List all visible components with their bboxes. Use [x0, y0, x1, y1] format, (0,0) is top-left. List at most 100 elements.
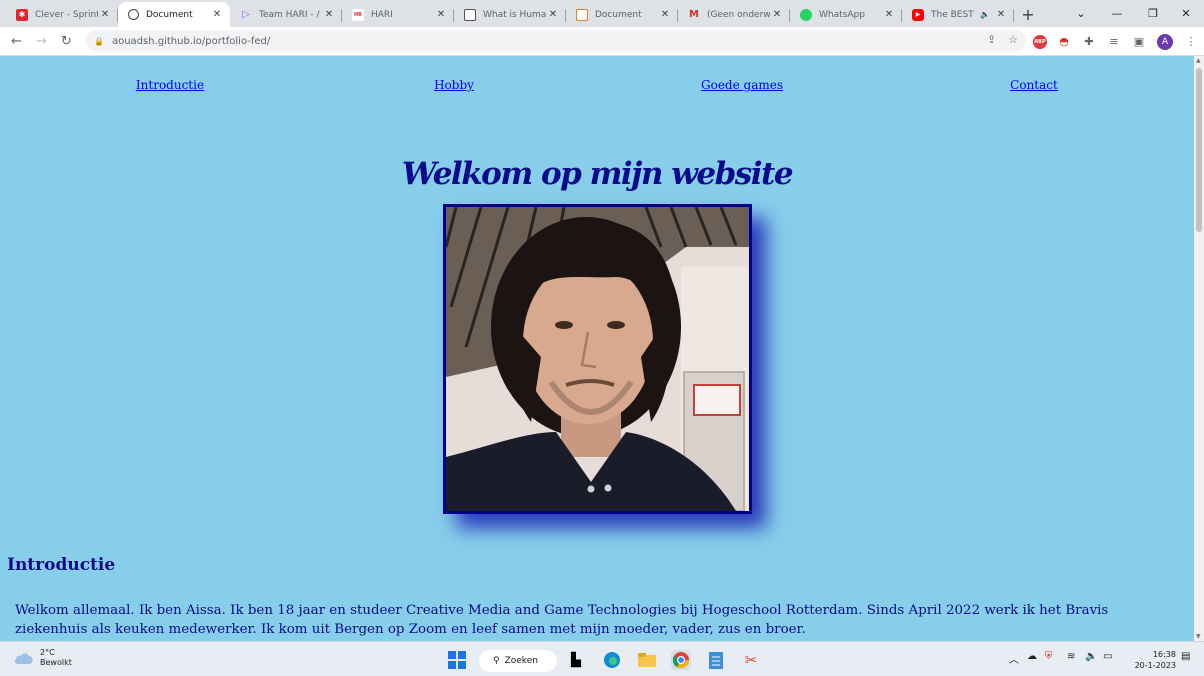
extensions-puzzle-icon[interactable]: ✚: [1078, 27, 1100, 56]
close-window-button[interactable]: ✕: [1168, 0, 1204, 27]
globe-icon: [128, 9, 139, 20]
close-tab-icon[interactable]: ✕: [210, 8, 224, 22]
url-text: aouadsh.github.io/portfolio-fed/: [111, 35, 271, 47]
close-tab-icon[interactable]: ✕: [658, 8, 672, 22]
temperature-text: 2°C: [40, 648, 55, 657]
nav-link-contact[interactable]: Contact: [1010, 78, 1058, 92]
system-clock[interactable]: 16:38 20-1-2023: [1128, 649, 1176, 671]
show-hidden-icons-chevron-icon[interactable]: ︿: [1009, 651, 1019, 666]
weather-text: Bewolkt: [40, 658, 72, 667]
battery-icon[interactable]: ▭: [1103, 651, 1112, 662]
tab-title: Document: [146, 9, 193, 20]
lock-icon[interactable]: 🔒: [94, 37, 104, 46]
side-panel-icon[interactable]: ▣: [1128, 27, 1150, 56]
close-tab-icon[interactable]: ✕: [98, 8, 112, 22]
new-tab-button[interactable]: +: [1014, 2, 1042, 27]
adblock-icon: ABP: [1033, 34, 1047, 49]
nav-link-hobby[interactable]: Hobby: [434, 78, 474, 92]
volume-icon[interactable]: 🔈: [1085, 651, 1097, 662]
tab-strip: ✱ Clever - Sprint ✕ Document ✕ ▷ Team HA…: [0, 0, 1204, 27]
section-heading-introductie: Introductie: [7, 555, 116, 575]
windows-taskbar: 2°C Bewolkt ⚲ Zoeken ▙ ✂ ︿ ☁ ⛨ ≋ 🔈 ▭ 16:…: [0, 641, 1204, 676]
antivirus-tray-icon[interactable]: ⛨: [1045, 651, 1053, 662]
tab-4[interactable]: HR HARI ✕: [342, 2, 454, 27]
tab-title: (Geen onderw: [707, 9, 770, 20]
close-tab-icon[interactable]: ✕: [882, 8, 896, 22]
page-scrollbar[interactable]: ▲ ▼: [1194, 56, 1204, 641]
page-viewport: Introductie Hobby Goede games Contact We…: [0, 56, 1194, 641]
profile-photo: [443, 204, 752, 514]
pocket-extension-icon[interactable]: ◓: [1053, 27, 1075, 56]
speaker-icon[interactable]: 🔈: [980, 10, 990, 19]
close-tab-icon[interactable]: ✕: [770, 8, 784, 22]
weather-widget[interactable]: 2°C Bewolkt: [14, 648, 72, 668]
clever-favicon-icon: ✱: [16, 8, 28, 21]
tab-title: The BEST: [931, 9, 974, 20]
tab-8[interactable]: WhatsApp ✕: [790, 2, 902, 27]
minimize-button[interactable]: —: [1099, 0, 1135, 27]
tab-9[interactable]: ▶ The BEST 🔈 ✕: [902, 2, 1014, 27]
close-tab-icon[interactable]: ✕: [546, 8, 560, 22]
share-icon[interactable]: ⇪: [987, 33, 996, 46]
wifi-icon[interactable]: ≋: [1067, 651, 1075, 662]
scroll-down-arrow-icon[interactable]: ▼: [1196, 633, 1201, 640]
slides-icon: [576, 8, 588, 21]
snipping-tool-icon[interactable]: ✂: [741, 650, 761, 670]
tab-title: Clever - Sprint: [35, 9, 98, 20]
scroll-up-arrow-icon[interactable]: ▲: [1196, 57, 1201, 64]
avatar: A: [1157, 33, 1173, 50]
whatsapp-icon: [800, 8, 812, 21]
document-icon: [464, 8, 476, 21]
play-icon: ▷: [242, 9, 250, 20]
nav-link-introductie[interactable]: Introductie: [136, 78, 204, 92]
profile-button[interactable]: A: [1154, 27, 1176, 56]
windows-start-icon[interactable]: [447, 650, 467, 670]
tab-title: Team HARI - /: [259, 9, 320, 20]
menu-kebab-icon[interactable]: ⋮: [1180, 27, 1202, 56]
address-bar[interactable]: 🔒 aouadsh.github.io/portfolio-fed/ ⇪ ☆: [86, 30, 1026, 52]
notification-icon[interactable]: ▤: [1181, 651, 1190, 662]
tab-search-icon[interactable]: ⌄: [1063, 0, 1099, 27]
close-tab-icon[interactable]: ✕: [322, 8, 336, 22]
search-label: Zoeken: [504, 656, 538, 666]
tab-7[interactable]: M (Geen onderw ✕: [678, 2, 790, 27]
notepad-icon[interactable]: [706, 650, 726, 670]
youtube-icon: ▶: [912, 8, 924, 21]
clock-time: 16:38: [1152, 650, 1176, 659]
tab-5[interactable]: What is Huma ✕: [454, 2, 566, 27]
page-title: Welkom op mijn website: [401, 156, 794, 192]
restore-button[interactable]: ❐: [1135, 0, 1171, 27]
profile-photo-illustration: [446, 207, 749, 511]
browser-toolbar: ← → ↻ 🔒 aouadsh.github.io/portfolio-fed/…: [0, 27, 1204, 56]
tab-2-active[interactable]: Document ✕: [118, 2, 230, 27]
tab-6[interactable]: Document ✕: [566, 2, 678, 27]
adblock-extension[interactable]: ABP: [1029, 27, 1051, 56]
search-icon: ⚲: [493, 656, 500, 666]
tab-1[interactable]: ✱ Clever - Sprint ✕: [6, 2, 118, 27]
edge-icon[interactable]: [602, 650, 622, 670]
intro-paragraph: Welkom allemaal. Ik ben Aissa. Ik ben 18…: [15, 603, 1109, 637]
scrollbar-thumb[interactable]: [1196, 68, 1202, 232]
close-tab-icon[interactable]: ✕: [434, 8, 448, 22]
nav-link-goede-games[interactable]: Goede games: [701, 78, 783, 92]
forward-icon[interactable]: →: [29, 29, 54, 54]
clock-date: 20-1-2023: [1134, 661, 1176, 670]
task-view-icon[interactable]: ▙: [566, 650, 586, 670]
tab-title: HARI: [371, 9, 393, 20]
tab-3[interactable]: ▷ Team HARI - / ✕: [230, 2, 342, 27]
close-tab-icon[interactable]: ✕: [994, 8, 1008, 22]
file-explorer-icon[interactable]: [637, 650, 657, 670]
tab-title: Document: [595, 9, 642, 20]
taskbar-search[interactable]: ⚲ Zoeken: [479, 650, 557, 672]
hr-logo-icon: HR: [352, 8, 364, 21]
onedrive-sync-icon[interactable]: ☁: [1027, 651, 1037, 662]
bookmark-star-icon[interactable]: ☆: [1008, 33, 1018, 46]
gmail-icon: M: [689, 9, 699, 20]
back-icon[interactable]: ←: [4, 29, 29, 54]
reading-list-icon[interactable]: ≡: [1103, 27, 1125, 56]
chrome-icon[interactable]: [671, 650, 691, 670]
reload-icon[interactable]: ↻: [54, 29, 79, 54]
tab-title: WhatsApp: [819, 9, 865, 20]
tab-title: What is Huma: [483, 9, 546, 20]
cloud-icon: [14, 653, 33, 664]
